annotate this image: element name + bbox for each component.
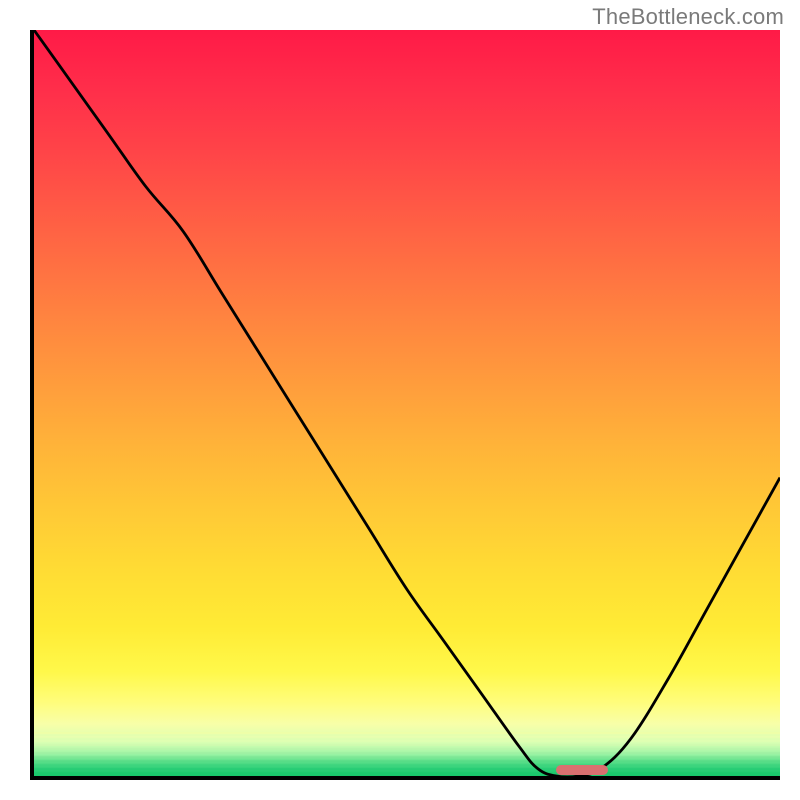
watermark-text: TheBottleneck.com [592,4,784,30]
plot-area [30,30,780,780]
band-yellow-2 [34,736,780,738]
band-green-4 [34,764,780,766]
gradient-main [34,30,780,776]
band-green-5 [34,768,780,770]
background-gradient [34,30,780,776]
band-lightgreen-1 [34,744,780,746]
optimal-marker [556,765,608,775]
band-lightgreen-2 [34,748,780,750]
band-green-3 [34,760,780,762]
chart-container: TheBottleneck.com [0,0,800,800]
band-green-2 [34,756,780,758]
band-yellowgreen [34,740,780,742]
band-yellow-1 [34,732,780,734]
band-green-1 [34,752,780,754]
band-green-6 [34,772,780,774]
